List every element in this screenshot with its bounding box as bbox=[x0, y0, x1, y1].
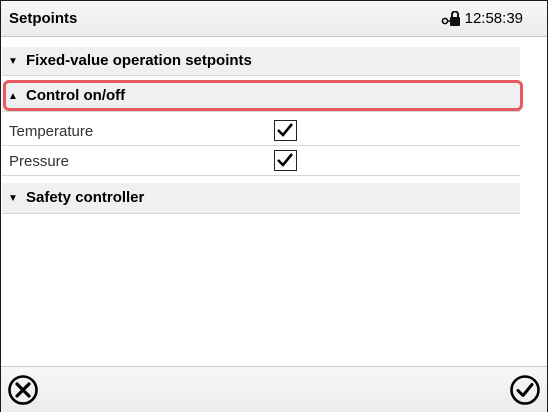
row-label: Temperature bbox=[9, 123, 94, 140]
lock-key-icon bbox=[441, 10, 461, 27]
section-label: Safety controller bbox=[26, 189, 145, 206]
footer-bar bbox=[1, 366, 547, 412]
setpoints-window: Setpoints 12:58:39 ▼ Fixed-value operatio… bbox=[0, 0, 548, 412]
section-fixed-value-setpoints[interactable]: ▼ Fixed-value operation setpoints bbox=[2, 47, 520, 76]
checkmark-icon bbox=[277, 123, 294, 137]
confirm-button[interactable] bbox=[509, 374, 541, 406]
temperature-checkbox[interactable] bbox=[274, 120, 297, 141]
checkmark-icon bbox=[277, 153, 294, 167]
page-title: Setpoints bbox=[9, 10, 78, 27]
status-clock: 12:58:39 bbox=[441, 10, 523, 27]
section-label: Control on/off bbox=[26, 87, 126, 104]
section-control-onoff[interactable]: ▲ Control on/off bbox=[2, 81, 520, 112]
cancel-button[interactable] bbox=[7, 374, 39, 406]
triangle-down-icon: ▼ bbox=[8, 56, 18, 67]
clock-time: 12:58:39 bbox=[464, 10, 523, 27]
circle-x-icon bbox=[8, 375, 38, 405]
pressure-checkbox[interactable] bbox=[274, 150, 297, 171]
triangle-up-icon: ▲ bbox=[8, 91, 18, 102]
section-label: Fixed-value operation setpoints bbox=[26, 52, 252, 69]
circle-check-icon bbox=[510, 375, 540, 405]
title-bar: Setpoints 12:58:39 bbox=[1, 1, 547, 37]
row-label: Pressure bbox=[9, 153, 70, 170]
triangle-down-icon: ▼ bbox=[8, 193, 18, 204]
row-pressure: Pressure bbox=[2, 147, 520, 176]
row-temperature: Temperature bbox=[2, 117, 520, 146]
section-safety-controller[interactable]: ▼ Safety controller bbox=[2, 183, 520, 214]
